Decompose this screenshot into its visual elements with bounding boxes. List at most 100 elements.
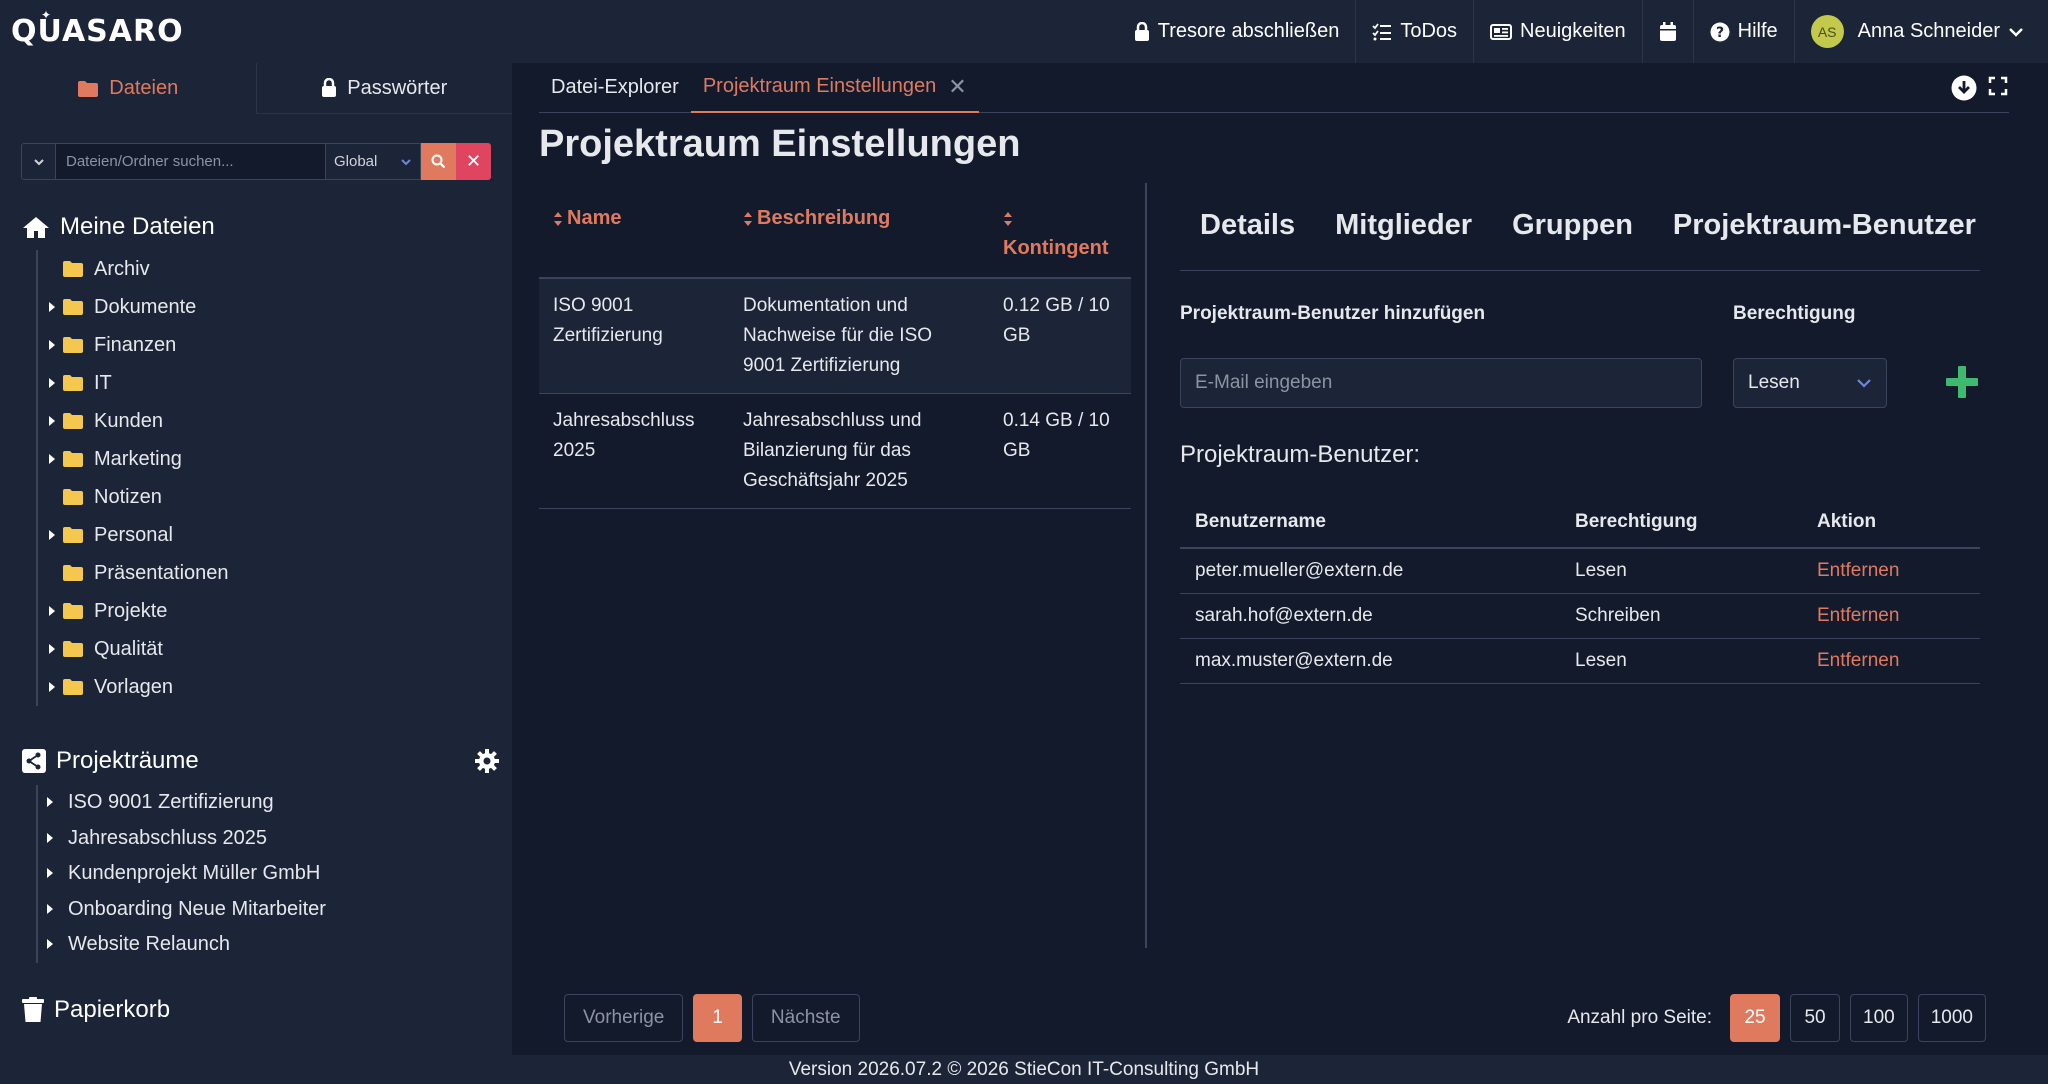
tab-file-explorer-label: Datei-Explorer [551, 76, 679, 98]
caret-right-icon[interactable] [48, 377, 56, 389]
caret-right-icon[interactable] [46, 938, 54, 950]
permission-label: Berechtigung [1733, 303, 1856, 324]
folder-item[interactable]: Vorlagen [38, 668, 229, 706]
caret-right-icon[interactable] [48, 643, 56, 655]
caret-right-icon[interactable] [48, 453, 56, 465]
gear-icon[interactable] [474, 748, 500, 774]
remove-user-link[interactable]: Entfernen [1802, 638, 1980, 684]
folder-item[interactable]: Qualität [38, 630, 229, 668]
per-page-100[interactable]: 100 [1850, 994, 1908, 1042]
clear-search-button[interactable]: ✕ [456, 143, 491, 180]
folder-label: Finanzen [94, 333, 177, 356]
prev-page-button[interactable]: Vorherige [564, 994, 684, 1042]
folder-item[interactable]: Archiv [38, 250, 229, 288]
folder-item[interactable]: Dokumente [38, 288, 229, 326]
add-user-button[interactable] [1944, 364, 1980, 400]
table-row[interactable]: Jahresabschluss 2025 Jahresabschluss und… [539, 393, 1131, 509]
tab-members[interactable]: Mitglieder [1335, 209, 1472, 242]
my-files-tree: Archiv Dokumente Finanzen IT Kunden Marketing… [36, 250, 229, 706]
caret-right-icon[interactable] [48, 415, 56, 427]
lock-vaults-button[interactable]: Tresore abschließen [1118, 0, 1357, 63]
pane-divider[interactable] [1145, 183, 1147, 948]
lock-icon [1134, 21, 1149, 41]
download-circle-icon[interactable] [1951, 75, 1977, 101]
caret-right-icon[interactable] [48, 605, 56, 617]
caret-right-icon[interactable] [48, 529, 56, 541]
search-options-dropdown[interactable] [21, 143, 56, 180]
project-room-item[interactable]: Onboarding Neue Mitarbeiter [38, 892, 326, 928]
news-button[interactable]: Neuigkeiten [1474, 0, 1643, 63]
per-page-1000[interactable]: 1000 [1917, 994, 1986, 1042]
col-header-name[interactable]: Name [539, 181, 729, 279]
table-row[interactable]: ISO 9001 Zertifizierung Dokumentation un… [539, 278, 1131, 394]
close-tab-icon[interactable]: ✕ [948, 74, 966, 100]
table-row: max.muster@extern.de Lesen Entfernen [1180, 638, 1980, 684]
caret-right-icon[interactable] [46, 867, 54, 879]
per-page-selector: Anzahl pro Seite: 25 50 100 1000 [1567, 994, 1986, 1042]
next-page-button[interactable]: Nächste [751, 994, 860, 1042]
folder-item[interactable]: Finanzen [38, 326, 229, 364]
tab-file-explorer[interactable]: Datei-Explorer [539, 63, 691, 113]
email-field[interactable] [1180, 358, 1702, 408]
user-name: Anna Schneider [1857, 20, 2000, 42]
folder-item[interactable]: Marketing [38, 440, 229, 478]
folder-label: Personal [94, 523, 173, 546]
permission-select[interactable]: Lesen [1733, 358, 1887, 408]
logo[interactable]: QUASARO ✦ [11, 8, 184, 49]
col-header-description[interactable]: Beschreibung [729, 181, 989, 279]
folder-item[interactable]: Notizen [38, 478, 229, 516]
page-1-button[interactable]: 1 [693, 994, 742, 1042]
folder-label: Vorlagen [94, 675, 173, 698]
per-page-50[interactable]: 50 [1790, 994, 1841, 1042]
my-files-header[interactable]: Meine Dateien [22, 213, 215, 241]
tab-passwords-label: Passwörter [347, 76, 448, 99]
folder-icon [63, 299, 83, 315]
page-title: Projektraum Einstellungen [539, 123, 1021, 165]
calendar-button[interactable] [1643, 0, 1694, 63]
fullscreen-icon[interactable] [1987, 75, 2009, 97]
folder-item[interactable]: Personal [38, 516, 229, 554]
user-menu[interactable]: AS Anna Schneider [1795, 0, 2048, 63]
room-quota: 0.14 GB / 10 GB [989, 393, 1131, 509]
caret-right-icon[interactable] [48, 339, 56, 351]
chevron-down-icon [1857, 379, 1871, 388]
folder-item[interactable]: IT [38, 364, 229, 402]
remove-user-link[interactable]: Entfernen [1802, 548, 1980, 594]
help-button[interactable]: ? Hilfe [1694, 0, 1795, 63]
my-files-title: Meine Dateien [60, 213, 215, 240]
project-room-item[interactable]: Kundenprojekt Müller GmbH [38, 856, 326, 892]
search-scope-select[interactable]: Global [326, 143, 421, 180]
folder-icon [63, 261, 83, 277]
tab-project-room-settings[interactable]: Projektraum Einstellungen ✕ [690, 63, 979, 113]
caret-right-icon[interactable] [46, 903, 54, 915]
caret-right-icon[interactable] [46, 832, 54, 844]
remove-user-link[interactable]: Entfernen [1802, 593, 1980, 639]
close-icon: ✕ [465, 151, 482, 171]
username-cell: sarah.hof@extern.de [1180, 593, 1560, 639]
folder-label: Archiv [94, 257, 150, 280]
folder-icon [63, 641, 83, 657]
tab-files[interactable]: Dateien [0, 63, 257, 114]
search-button[interactable] [421, 143, 456, 180]
caret-right-icon[interactable] [46, 796, 54, 808]
room-quota: 0.12 GB / 10 GB [989, 278, 1131, 394]
trash-header[interactable]: Papierkorb [22, 996, 170, 1024]
tab-room-users[interactable]: Projektraum-Benutzer [1673, 209, 1976, 242]
folder-item[interactable]: Projekte [38, 592, 229, 630]
room-description: Dokumentation und Nachweise für die ISO … [729, 278, 989, 394]
folder-item[interactable]: Präsentationen [38, 554, 229, 592]
todos-button[interactable]: ToDos [1356, 0, 1475, 63]
tab-details[interactable]: Details [1200, 209, 1295, 242]
per-page-25[interactable]: 25 [1730, 994, 1781, 1042]
col-header-quota[interactable]: Kontingent [989, 181, 1131, 279]
caret-right-icon[interactable] [48, 681, 56, 693]
project-rooms-header[interactable]: Projekträume [22, 747, 500, 775]
project-room-item[interactable]: ISO 9001 Zertifizierung [38, 785, 326, 821]
folder-item[interactable]: Kunden [38, 402, 229, 440]
tab-groups[interactable]: Gruppen [1512, 209, 1633, 242]
search-input[interactable] [56, 143, 326, 180]
project-room-item[interactable]: Website Relaunch [38, 927, 326, 963]
tab-passwords[interactable]: Passwörter [256, 63, 512, 114]
caret-right-icon[interactable] [48, 301, 56, 313]
project-room-item[interactable]: Jahresabschluss 2025 [38, 821, 326, 857]
